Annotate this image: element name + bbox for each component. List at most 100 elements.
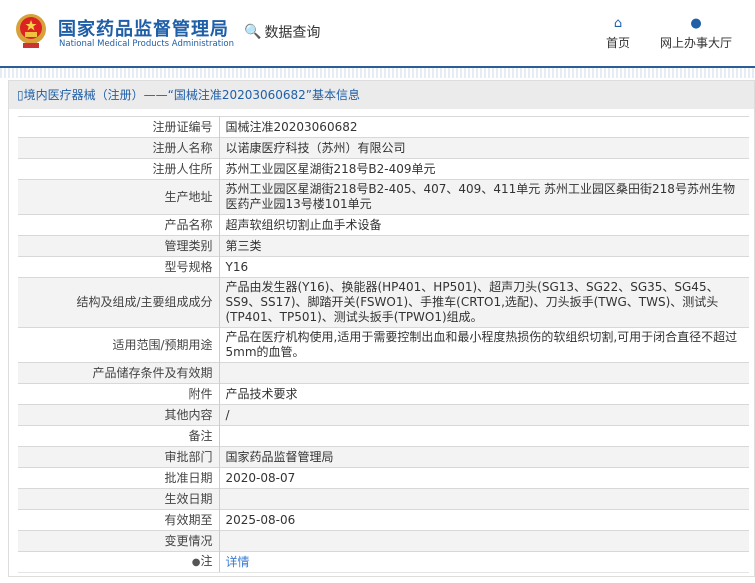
- field-label-text: 生产地址: [164, 189, 213, 204]
- field-value: 国械注准20203060682: [219, 116, 749, 138]
- table-row: ●注 详情: [18, 551, 749, 573]
- field-value: [219, 530, 749, 552]
- field-label-text: 有效期至: [164, 512, 213, 527]
- field-value: 苏州工业园区星湖街218号B2-409单元: [219, 158, 749, 180]
- table-row: 注册人名称 以诺康医疗科技（苏州）有限公司: [18, 137, 749, 159]
- table-row: 批准日期 2020-08-07: [18, 467, 749, 489]
- field-value: 国家药品监督管理局: [219, 446, 749, 468]
- field-value: 2020-08-07: [219, 467, 749, 489]
- field-label: 附件: [18, 383, 220, 405]
- field-value: 产品在医疗机构使用,适用于需要控制出血和最小程度热损伤的软组织切割,可用于闭合直…: [219, 327, 749, 363]
- table-row: 型号规格 Y16: [18, 256, 749, 278]
- field-value-text: /: [225, 407, 230, 422]
- field-value: 详情: [219, 551, 749, 573]
- header-pattern: [0, 68, 755, 78]
- nav-home[interactable]: ⌂ 首页: [606, 16, 630, 51]
- field-value: 以诺康医疗科技（苏州）有限公司: [219, 137, 749, 159]
- field-value-text: 产品技术要求: [225, 386, 298, 401]
- field-label-text: 附件: [188, 386, 213, 401]
- field-label: 产品储存条件及有效期: [18, 362, 220, 384]
- table-row: 注册人住所 苏州工业园区星湖街218号B2-409单元: [18, 158, 749, 180]
- field-label-text: 型号规格: [164, 259, 213, 274]
- field-value-text: 产品由发生器(Y16)、换能器(HP401、HP501)、超声刀头(SG13、S…: [225, 280, 719, 324]
- table-row: 生效日期: [18, 488, 749, 510]
- field-value-text: 第三类: [225, 238, 262, 253]
- field-label: 审批部门: [18, 446, 220, 468]
- field-label: 批准日期: [18, 467, 220, 489]
- field-label-text: 注: [200, 554, 213, 568]
- nav-online-hall[interactable]: ● 网上办事大厅: [660, 16, 732, 51]
- field-value: 产品技术要求: [219, 383, 749, 405]
- field-label: 管理类别: [18, 235, 220, 257]
- details-link[interactable]: 详情: [226, 555, 250, 569]
- field-value: [219, 425, 749, 447]
- field-label-text: 产品储存条件及有效期: [92, 365, 213, 380]
- table-row: 有效期至 2025-08-06: [18, 509, 749, 531]
- field-value: [219, 362, 749, 384]
- field-label-text: 备注: [188, 428, 213, 443]
- table-row: 结构及组成/主要组成成分 产品由发生器(Y16)、换能器(HP401、HP501)…: [18, 277, 749, 328]
- field-label-text: 注册人住所: [152, 161, 213, 176]
- table-row: 备注: [18, 425, 749, 447]
- field-label: 结构及组成/主要组成成分: [18, 277, 220, 328]
- field-value: 产品由发生器(Y16)、换能器(HP401、HP501)、超声刀头(SG13、S…: [219, 277, 749, 328]
- field-label: 生效日期: [18, 488, 220, 510]
- table-row: 审批部门 国家药品监督管理局: [18, 446, 749, 468]
- field-label-text: 注册人名称: [152, 140, 213, 155]
- field-label-text: 其他内容: [164, 407, 213, 422]
- field-label: 适用范围/预期用途: [18, 327, 220, 363]
- field-value-text: 产品在医疗机构使用,适用于需要控制出血和最小程度热损伤的软组织切割,可用于闭合直…: [225, 330, 738, 359]
- field-label-text: 生效日期: [164, 491, 213, 506]
- field-label-text: 结构及组成/主要组成成分: [76, 295, 213, 309]
- table-row: 产品名称 超声软组织切割止血手术设备: [18, 214, 749, 236]
- field-label: 生产地址: [18, 179, 220, 215]
- field-label-text: 批准日期: [164, 470, 213, 485]
- field-label: 备注: [18, 425, 220, 447]
- field-label-text: 变更情况: [164, 533, 213, 548]
- data-query-label: 数据查询: [264, 25, 321, 41]
- info-table: 注册证编号 国械注准20203060682 注册人名称 以诺康医疗科技（苏州）有限公司…: [18, 116, 749, 573]
- breadcrumb-text: 境内医疗器械（注册）——“国械注准20203060682”基本信息: [23, 88, 361, 102]
- detail-panel: ▯境内医疗器械（注册）——“国械注准20203060682”基本信息 注册证编号…: [8, 80, 755, 577]
- home-icon: ⌂: [613, 16, 623, 31]
- field-value: 超声软组织切割止血手术设备: [219, 214, 749, 236]
- field-label-text: 注册证编号: [152, 119, 213, 134]
- field-value-text: 苏州工业园区星湖街218号B2-405、407、409、411单元 苏州工业园区…: [225, 182, 735, 211]
- brand-name-en: National Medical Products Administration: [59, 39, 234, 49]
- table-row: 注册证编号 国械注准20203060682: [18, 116, 749, 138]
- table-row: 产品储存条件及有效期: [18, 362, 749, 384]
- field-value: 苏州工业园区星湖街218号B2-405、407、409、411单元 苏州工业园区…: [219, 179, 749, 215]
- field-label: 其他内容: [18, 404, 220, 426]
- table-row: 生产地址 苏州工业园区星湖街218号B2-405、407、409、411单元 苏州…: [18, 179, 749, 215]
- table-row: 适用范围/预期用途 产品在医疗机构使用,适用于需要控制出血和最小程度热损伤的软组织…: [18, 327, 749, 363]
- table-row: 附件 产品技术要求: [18, 383, 749, 405]
- field-label-text: 产品名称: [164, 217, 213, 232]
- national-emblem-icon: [16, 14, 46, 48]
- field-label: 产品名称: [18, 214, 220, 236]
- field-value: /: [219, 404, 749, 426]
- field-label: ●注: [18, 551, 220, 573]
- table-row: 其他内容 /: [18, 404, 749, 426]
- field-value-text: 国家药品监督管理局: [225, 449, 334, 464]
- field-label: 注册证编号: [18, 116, 220, 138]
- data-query-link[interactable]: 🔍 数据查询: [244, 22, 320, 42]
- field-value-text: 2025-08-06: [225, 512, 296, 527]
- field-label: 注册人住所: [18, 158, 220, 180]
- table-row: 变更情况: [18, 530, 749, 552]
- field-value-text: 苏州工业园区星湖街218号B2-409单元: [225, 161, 436, 176]
- field-value: 2025-08-06: [219, 509, 749, 531]
- document-icon: ▯: [17, 88, 24, 102]
- field-value-text: 国械注准20203060682: [225, 119, 358, 134]
- field-value-text: 2020-08-07: [225, 470, 296, 485]
- field-value: [219, 488, 749, 510]
- brand-name: 国家药品监督管理局: [58, 19, 229, 40]
- field-value: 第三类: [219, 235, 749, 257]
- nav-online-hall-label: 网上办事大厅: [660, 36, 733, 50]
- field-label-text: 管理类别: [164, 238, 213, 253]
- field-label: 注册人名称: [18, 137, 220, 159]
- table-row: 管理类别 第三类: [18, 235, 749, 257]
- field-value: Y16: [219, 256, 749, 278]
- field-label-text: 适用范围/预期用途: [112, 337, 213, 352]
- field-value-text: 以诺康医疗科技（苏州）有限公司: [225, 140, 406, 155]
- user-icon: ●: [690, 16, 702, 31]
